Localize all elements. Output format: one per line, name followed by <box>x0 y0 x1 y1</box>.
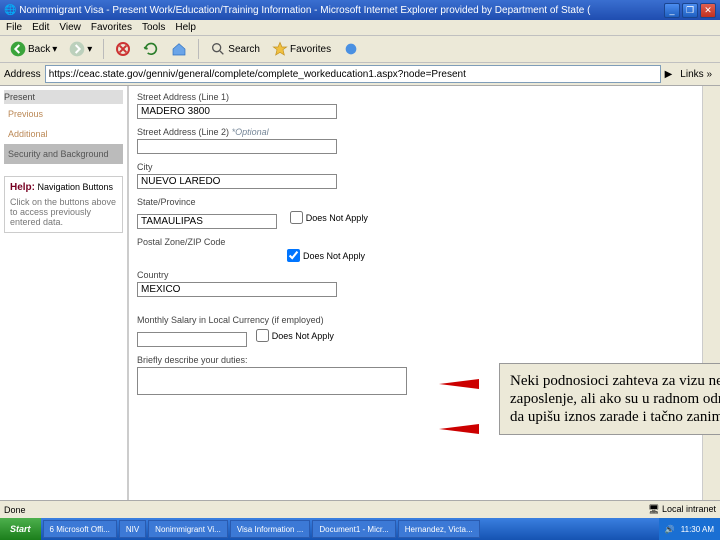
menu-tools[interactable]: Tools <box>142 22 165 33</box>
street1-label: Street Address (Line 1) <box>137 92 694 102</box>
country-input[interactable] <box>137 282 337 297</box>
page-content: Present Previous Additional Security and… <box>0 86 720 516</box>
stop-button[interactable] <box>111 39 135 59</box>
taskbar-item[interactable]: Hernandez, Victa... <box>398 520 480 538</box>
window-titlebar: 🌐 Nonimmigrant Visa - Present Work/Educa… <box>0 0 720 20</box>
media-button[interactable] <box>339 39 363 59</box>
duties-textarea[interactable] <box>137 367 407 395</box>
salary-dna-checkbox[interactable] <box>256 329 269 342</box>
street1-input[interactable] <box>137 104 337 119</box>
postal-dna-checkbox[interactable] <box>287 249 300 262</box>
callout-arrow-1 <box>439 379 479 389</box>
system-tray[interactable]: 🔊 11:30 AM <box>659 518 720 540</box>
city-label: City <box>137 162 694 172</box>
street2-label: Street Address (Line 2) *Optional <box>137 127 694 137</box>
go-button[interactable]: ▶ <box>665 69 673 80</box>
home-icon <box>171 41 187 57</box>
clock: 11:30 AM <box>681 525 714 534</box>
refresh-icon <box>143 41 159 57</box>
media-icon <box>343 41 359 57</box>
address-input[interactable] <box>45 65 661 83</box>
favorites-label: Favorites <box>290 44 331 55</box>
salary-dna-label: Does Not Apply <box>272 331 334 341</box>
back-icon <box>10 41 26 57</box>
stop-icon <box>115 41 131 57</box>
help-box: Help: Navigation Buttons Click on the bu… <box>4 176 123 233</box>
window-title: Nonimmigrant Visa - Present Work/Educati… <box>19 5 590 16</box>
back-button[interactable]: Back ▾ <box>6 39 61 59</box>
taskbar-item[interactable]: NIV <box>119 520 146 538</box>
taskbar-item[interactable]: 6 Microsoft Offi... <box>43 520 117 538</box>
favorites-button[interactable]: Favorites <box>268 39 335 59</box>
state-dna-checkbox[interactable] <box>290 211 303 224</box>
vertical-scrollbar[interactable] <box>702 86 720 516</box>
state-input[interactable] <box>137 214 277 229</box>
search-icon <box>210 41 226 57</box>
forward-icon <box>69 41 85 57</box>
postal-dna-label: Does Not Apply <box>303 251 365 261</box>
status-bar: Done 🖥 Local intranet <box>0 500 720 518</box>
menu-file[interactable]: File <box>6 22 22 33</box>
help-title: Navigation Buttons <box>38 182 114 192</box>
minimize-button[interactable]: _ <box>664 3 680 18</box>
sidebar: Present Previous Additional Security and… <box>0 86 128 516</box>
sidebar-item-security[interactable]: Security and Background <box>4 144 123 164</box>
zone-icon: 🖥 <box>648 504 659 514</box>
sidebar-item-previous[interactable]: Previous <box>4 104 123 124</box>
back-label: Back <box>28 44 50 55</box>
status-zone: Local intranet <box>662 504 716 514</box>
star-icon <box>272 41 288 57</box>
maximize-button[interactable]: ❐ <box>682 3 698 18</box>
state-label: State/Province <box>137 197 694 207</box>
search-button[interactable]: Search <box>206 39 264 59</box>
menu-favorites[interactable]: Favorites <box>91 22 132 33</box>
state-dna-label: Does Not Apply <box>306 213 368 223</box>
city-input[interactable] <box>137 174 337 189</box>
street2-input[interactable] <box>137 139 337 154</box>
taskbar-item[interactable]: Document1 - Micr... <box>312 520 395 538</box>
close-button[interactable]: ✕ <box>700 3 716 18</box>
refresh-button[interactable] <box>139 39 163 59</box>
salary-input[interactable] <box>137 332 247 347</box>
taskbar-item[interactable]: Nonimmigrant Vi... <box>148 520 228 538</box>
status-text: Done <box>4 505 26 515</box>
links-toolbar[interactable]: Links » <box>676 69 716 80</box>
country-label: Country <box>137 270 694 280</box>
menu-help[interactable]: Help <box>175 22 196 33</box>
help-body: Click on the buttons above to access pre… <box>10 197 117 227</box>
salary-label: Monthly Salary in Local Currency (if emp… <box>137 315 694 325</box>
taskbar-item[interactable]: Visa Information ... <box>230 520 311 538</box>
menu-bar: File Edit View Favorites Tools Help <box>0 20 720 36</box>
search-label: Search <box>228 44 260 55</box>
address-label: Address <box>4 69 41 80</box>
menu-edit[interactable]: Edit <box>32 22 49 33</box>
callout-arrow-2 <box>439 424 479 434</box>
sidebar-item-additional[interactable]: Additional <box>4 124 123 144</box>
start-button[interactable]: Start <box>0 518 41 540</box>
menu-view[interactable]: View <box>59 22 81 33</box>
sidebar-item-present[interactable]: Present <box>4 90 123 104</box>
address-bar: Address ▶ Links » <box>0 63 720 86</box>
form-area: Street Address (Line 1) Street Address (… <box>128 86 702 516</box>
postal-label: Postal Zone/ZIP Code <box>137 237 694 247</box>
forward-button[interactable]: ▾ <box>65 39 96 59</box>
taskbar: Start 6 Microsoft Offi... NIV Nonimmigra… <box>0 518 720 540</box>
home-button[interactable] <box>167 39 191 59</box>
ie-app-icon: 🌐 <box>4 5 16 16</box>
help-heading: Help: <box>10 182 35 193</box>
annotation-callout: Neki podnosioci zahteva za vizu nemaju z… <box>499 363 720 435</box>
toolbar: Back ▾ ▾ Search Favorites <box>0 36 720 63</box>
